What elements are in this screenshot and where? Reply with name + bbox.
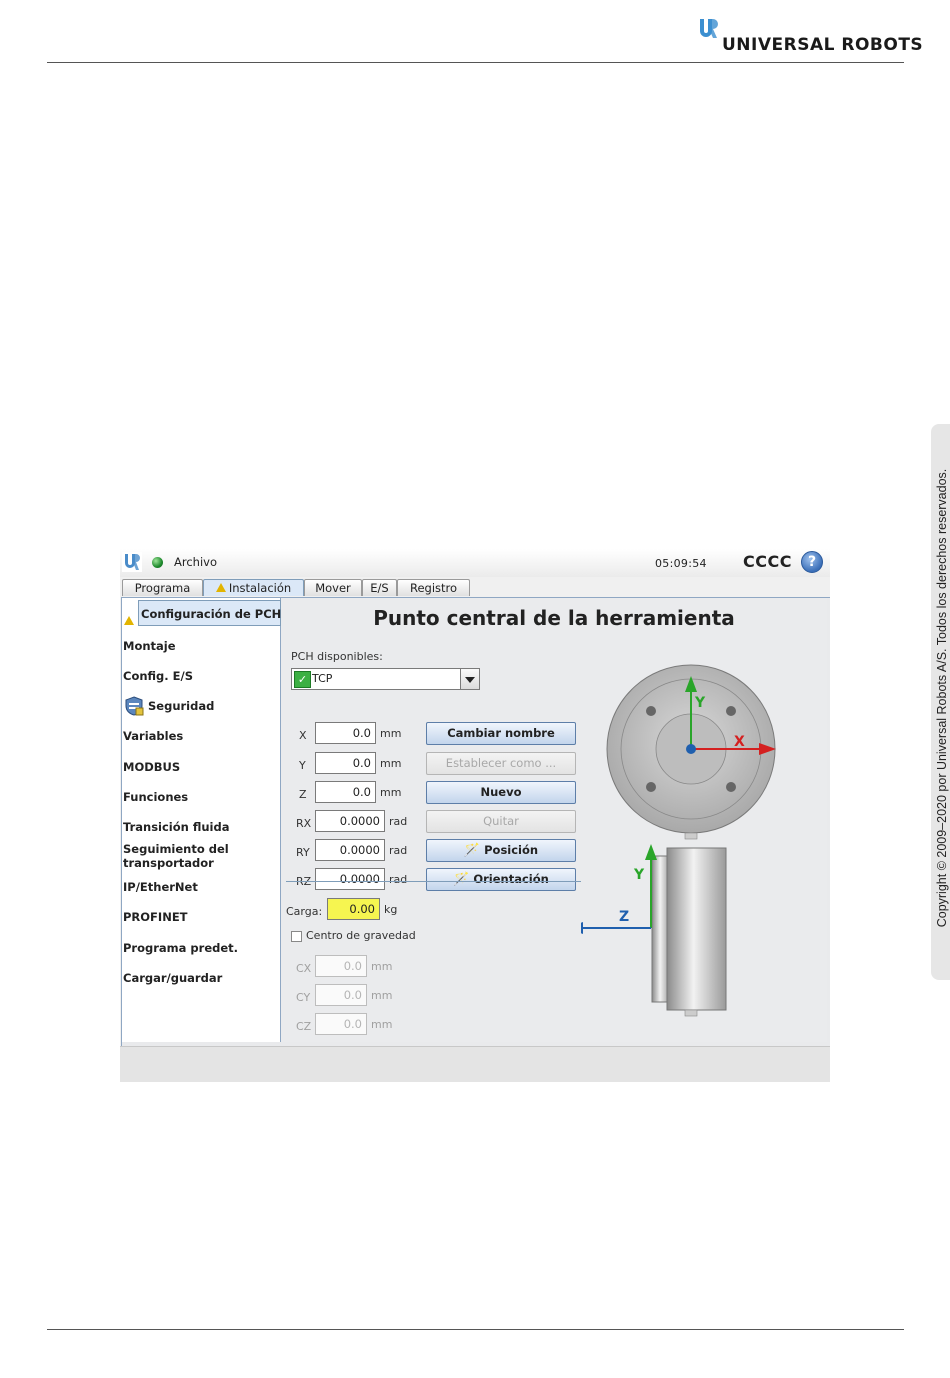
z-axis-label: Z — [619, 909, 629, 925]
field-label-y: Y — [299, 759, 306, 772]
tab-programa[interactable]: Programa — [122, 579, 203, 596]
field-label-cy: CY — [296, 991, 311, 1004]
help-icon[interactable]: ? — [801, 551, 823, 573]
button-label: Posición — [484, 843, 539, 857]
rx-field[interactable]: 0.0000 — [315, 810, 385, 832]
payload-label: Carga: — [286, 905, 323, 918]
field-label-cz: CZ — [296, 1020, 312, 1033]
tab-label: Registro — [409, 581, 458, 595]
copyright-tab: Copyright © 2009–2020 por Universal Robo… — [931, 424, 950, 980]
y-axis-label: Y — [633, 867, 645, 883]
payload-field[interactable]: 0.00 — [327, 898, 380, 920]
cog-checkbox[interactable] — [291, 931, 302, 942]
flange-side-view — [651, 847, 727, 1017]
copyright-text: Copyright © 2009–2020 por Universal Robo… — [935, 468, 949, 928]
sidebar-item-ip-ethernet[interactable]: IP/EtherNet — [123, 880, 198, 894]
warning-icon — [124, 610, 137, 629]
rename-button[interactable]: Cambiar nombre — [426, 722, 576, 745]
unit-label: mm — [371, 960, 393, 973]
top-bar: Archivo 05:09:54 CCCC ? — [120, 549, 830, 577]
sidebar-item-variables[interactable]: Variables — [123, 729, 183, 743]
z-field[interactable]: 0.0 — [315, 781, 376, 803]
check-icon: ✓ — [294, 671, 311, 688]
file-menu[interactable]: Archivo — [174, 555, 217, 569]
installation-sidebar: Configuración de PCH Montaje Config. E/S… — [122, 598, 281, 1042]
rz-field[interactable]: 0.0000 — [315, 868, 385, 890]
unit-label: rad — [389, 844, 408, 857]
x-axis-label: X — [734, 734, 745, 750]
tab-label: Instalación — [228, 581, 292, 595]
tab-label: Programa — [134, 581, 191, 595]
remove-button[interactable]: Quitar — [426, 810, 576, 833]
cz-field[interactable]: 0.0 — [315, 1013, 367, 1035]
chevron-down-icon[interactable] — [460, 669, 479, 689]
sidebar-item-tcp-config[interactable]: Configuración de PCH — [138, 600, 281, 626]
field-label-rx: RX — [296, 817, 312, 830]
ur-app-icon[interactable] — [122, 552, 142, 572]
tcp-select[interactable]: ✓ TCP — [291, 668, 480, 690]
sidebar-item-load-save[interactable]: Cargar/guardar — [123, 971, 222, 985]
available-tcp-label: PCH disponibles: — [291, 650, 383, 663]
tab-mover[interactable]: Mover — [304, 579, 362, 596]
field-label-x: X — [299, 729, 307, 742]
universal-robots-logo: UNIVERSAL ROBOTS — [698, 18, 923, 56]
robot-name: CCCC — [743, 552, 792, 571]
sidebar-item-smooth-transition[interactable]: Transición fluida — [123, 820, 229, 834]
orientation-wizard-button[interactable]: 🪄 Orientación — [426, 868, 576, 891]
sidebar-item-io-setup[interactable]: Config. E/S — [123, 669, 193, 683]
sidebar-item-modbus[interactable]: MODBUS — [123, 760, 180, 774]
ry-field[interactable]: 0.0000 — [315, 839, 385, 861]
tab-instalacion[interactable]: Instalación — [203, 579, 304, 596]
unit-label: mm — [371, 1018, 393, 1031]
sidebar-item-features[interactable]: Funciones — [123, 790, 188, 804]
tab-label: E/S — [370, 581, 389, 595]
sidebar-item-profinet[interactable]: PROFINET — [123, 910, 188, 924]
field-label-cx: CX — [296, 962, 312, 975]
y-axis-label: Y — [694, 695, 706, 711]
polyscope-screenshot: Archivo 05:09:54 CCCC ? Programa Instala… — [120, 549, 830, 1082]
safety-shield-icon — [125, 696, 144, 716]
tool-flange-illustration: Y X Y Z — [581, 664, 776, 1017]
field-label-ry: RY — [296, 846, 310, 859]
sidebar-item-mounting[interactable]: Montaje — [123, 639, 176, 653]
clock: 05:09:54 — [655, 557, 707, 570]
new-button[interactable]: Nuevo — [426, 781, 576, 804]
warning-icon — [215, 583, 226, 592]
sidebar-item-default-program[interactable]: Programa predet. — [123, 941, 238, 955]
unit-label: mm — [380, 757, 402, 770]
footer-rule — [47, 1329, 904, 1330]
button-label: Orientación — [473, 872, 549, 886]
page-title: Punto central de la herramienta — [373, 606, 735, 630]
magic-wand-icon: 🪄 — [463, 843, 481, 858]
bottom-bar — [120, 1046, 830, 1082]
tab-registro[interactable]: Registro — [397, 579, 470, 596]
unit-label: rad — [389, 815, 408, 828]
x-field[interactable]: 0.0 — [315, 722, 376, 744]
tab-label: Mover — [315, 581, 351, 595]
brand-name: UNIVERSAL ROBOTS — [722, 35, 924, 55]
robot-status-icon — [152, 557, 163, 568]
tcp-select-value: TCP — [312, 672, 333, 685]
section-divider — [286, 881, 581, 882]
header-rule — [47, 62, 904, 63]
ur-logo-icon — [700, 19, 718, 38]
tcp-panel: Punto central de la herramienta PCH disp… — [281, 598, 827, 1042]
unit-label: mm — [380, 727, 402, 740]
position-wizard-button[interactable]: 🪄 Posición — [426, 839, 576, 862]
unit-label: mm — [371, 989, 393, 1002]
main-tabs: Programa Instalación Mover E/S Registro — [120, 577, 830, 597]
tab-es[interactable]: E/S — [362, 579, 397, 596]
magic-wand-icon: 🪄 — [453, 872, 470, 887]
unit-label: mm — [380, 786, 402, 799]
cy-field[interactable]: 0.0 — [315, 984, 367, 1006]
cog-label: Centro de gravedad — [306, 929, 416, 942]
field-label-z: Z — [299, 788, 307, 801]
sidebar-item-safety[interactable]: Seguridad — [148, 699, 214, 713]
cx-field[interactable]: 0.0 — [315, 955, 367, 977]
unit-label: kg — [384, 903, 398, 916]
set-default-button[interactable]: Establecer como ... — [426, 752, 576, 775]
sidebar-item-conveyor-tracking[interactable]: Seguimiento del transportador — [123, 842, 229, 870]
unit-label: rad — [389, 873, 408, 886]
y-field[interactable]: 0.0 — [315, 752, 376, 774]
